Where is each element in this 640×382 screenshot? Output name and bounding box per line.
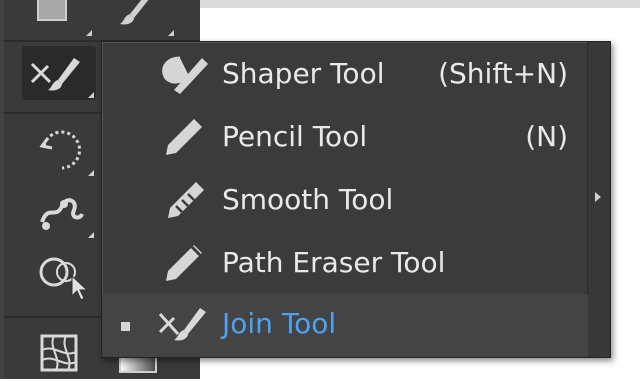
- join-icon: [154, 302, 210, 348]
- menu-item-label: Path Eraser Tool: [222, 246, 446, 279]
- join-tool-icon[interactable]: [22, 46, 96, 100]
- flyout-indicator: [86, 30, 92, 36]
- canvas-top-edge: [200, 0, 640, 8]
- menu-item-shaper-tool[interactable]: Shaper Tool (Shift+N): [102, 44, 588, 107]
- current-tool-marker-icon: [121, 322, 130, 331]
- mesh-icon[interactable]: [34, 328, 86, 378]
- smooth-icon: [154, 178, 210, 224]
- flyout-indicator: [88, 170, 94, 176]
- flyout-indicator: [168, 30, 174, 36]
- menu-item-pencil-tool[interactable]: Pencil Tool (N): [102, 107, 588, 170]
- flyout-indicator: [88, 232, 94, 238]
- menu-item-smooth-tool[interactable]: Smooth Tool: [102, 170, 588, 233]
- menu-item-join-tool[interactable]: Join Tool: [102, 294, 588, 357]
- tools-divider: [4, 112, 104, 114]
- path-eraser-icon: [154, 241, 210, 287]
- rotate-icon[interactable]: [34, 124, 90, 178]
- flyout-tearoff-strip[interactable]: [587, 42, 610, 357]
- flyout-indicator: [88, 92, 94, 98]
- menu-item-shortcut: (N): [525, 120, 568, 153]
- pencil-icon: [154, 115, 210, 161]
- menu-item-label: Shaper Tool: [222, 57, 385, 90]
- menu-item-path-eraser-tool[interactable]: Path Eraser Tool: [102, 233, 588, 296]
- menu-item-label: Smooth Tool: [222, 183, 394, 216]
- menu-item-label: Pencil Tool: [222, 120, 368, 153]
- puppet-warp-icon[interactable]: [34, 186, 90, 240]
- menu-item-shortcut: (Shift+N): [438, 57, 568, 90]
- menu-item-label: Join Tool: [222, 307, 337, 340]
- shape-builder-icon[interactable]: [34, 248, 94, 302]
- paintbrush-icon[interactable]: [112, 0, 158, 34]
- shaper-icon: [154, 52, 210, 98]
- pencil-tools-flyout: Shaper Tool (Shift+N) Pencil Tool (N) Sm…: [101, 41, 611, 358]
- tearoff-arrow-icon: [595, 192, 601, 202]
- rectangle-icon[interactable]: [30, 0, 76, 34]
